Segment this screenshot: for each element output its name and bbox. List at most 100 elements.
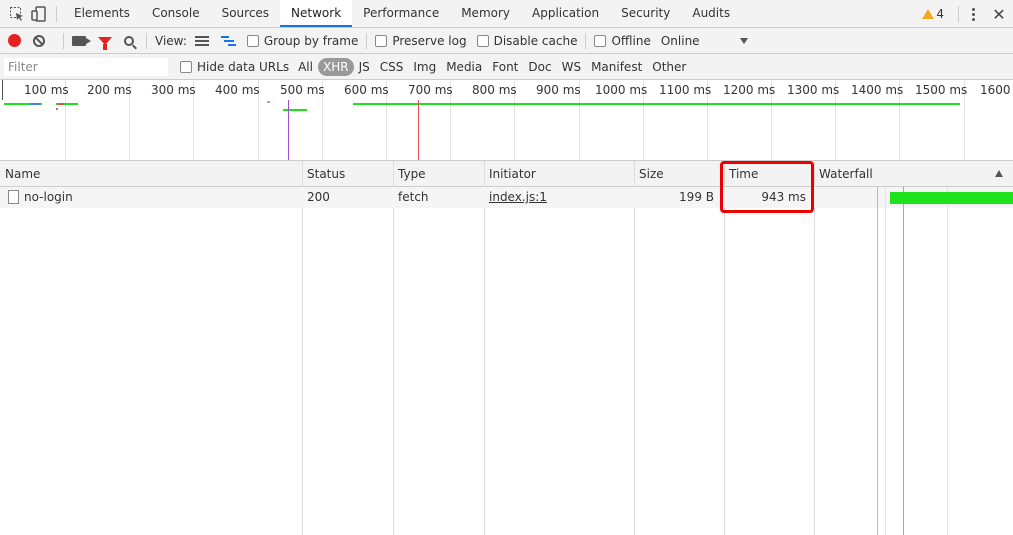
overview-tick: 300 ms (151, 83, 196, 97)
filter-type-xhr[interactable]: XHR (317, 57, 354, 76)
filter-type-manifest[interactable]: Manifest (586, 58, 647, 76)
search-icon[interactable] (124, 35, 134, 46)
filter-type-all[interactable]: All (293, 58, 318, 76)
filter-type-js[interactable]: JS (354, 58, 375, 76)
tab-security[interactable]: Security (610, 0, 681, 27)
load-event-line (903, 187, 904, 535)
tab-memory[interactable]: Memory (450, 0, 521, 27)
overview-tick: 1100 ms (659, 83, 712, 97)
filter-icon[interactable] (98, 36, 112, 50)
filter-bar: Hide data URLs All XHR JS CSS Img Media … (0, 54, 1013, 80)
column-header-type[interactable]: Type (393, 161, 426, 187)
initiator-link[interactable]: index.js:1 (489, 190, 547, 204)
waterfall-grid-line (947, 187, 948, 535)
inspect-element-icon[interactable] (6, 3, 28, 25)
waterfall-bar[interactable] (890, 192, 1013, 204)
request-name-cell: no-login (3, 187, 73, 208)
overview-tick: 800 ms (472, 83, 517, 97)
close-devtools-icon[interactable]: ✕ (989, 5, 1009, 24)
overview-tick: 100 ms (24, 83, 69, 97)
record-icon[interactable] (8, 34, 21, 47)
filter-type-doc[interactable]: Doc (523, 58, 556, 76)
overview-bar (267, 101, 270, 103)
overview-tick: 1000 ms (595, 83, 648, 97)
overview-tick: 900 ms (536, 83, 581, 97)
request-size: 199 B (679, 190, 714, 204)
column-header-status[interactable]: Status (302, 161, 345, 187)
warnings-indicator[interactable]: 4 (922, 7, 944, 21)
overview-tick: 400 ms (215, 83, 260, 97)
clear-icon[interactable] (33, 34, 45, 47)
overview-tick: 1200 ms (723, 83, 776, 97)
overview-tick: 1500 ms (915, 83, 968, 97)
tab-console[interactable]: Console (141, 0, 211, 27)
waterfall-grid-line (885, 187, 886, 535)
column-header-initiator[interactable]: Initiator (484, 161, 536, 187)
overview-bar (30, 103, 40, 105)
filter-input[interactable] (4, 57, 168, 76)
dom-content-loaded-line (877, 187, 878, 535)
filter-type-img[interactable]: Img (408, 58, 441, 76)
hide-data-urls-label: Hide data URLs (197, 59, 290, 74)
column-header-size[interactable]: Size (634, 161, 664, 187)
hide-data-urls-checkbox[interactable]: Hide data URLs (180, 60, 289, 74)
column-header-waterfall[interactable]: Waterfall (814, 161, 873, 187)
offline-label: Offline (611, 33, 651, 48)
request-type: fetch (398, 190, 429, 204)
disable-cache-label: Disable cache (493, 33, 578, 48)
sort-ascending-icon[interactable] (995, 170, 1003, 177)
network-toolbar: View: Group by frame Preserve log Disabl… (0, 28, 1013, 54)
capture-screenshots-icon[interactable] (72, 35, 91, 46)
file-icon (8, 189, 19, 204)
throttling-select[interactable]: Online (661, 34, 748, 48)
tab-application[interactable]: Application (521, 0, 610, 27)
overview-tick: 600 ms (344, 83, 389, 97)
overview-tick: 1400 ms (851, 83, 904, 97)
filter-type-ws[interactable]: WS (557, 58, 586, 76)
overview-tick: 500 ms (280, 83, 325, 97)
warning-count: 4 (936, 7, 944, 21)
network-overview[interactable]: 100 ms 200 ms 300 ms 400 ms 500 ms 600 m… (0, 80, 1013, 161)
overview-bar (56, 108, 58, 110)
tab-performance[interactable]: Performance (352, 0, 450, 27)
tab-audits[interactable]: Audits (681, 0, 741, 27)
view-label: View: (155, 33, 187, 48)
request-status: 200 (307, 190, 330, 204)
offline-checkbox[interactable]: Offline (594, 33, 651, 48)
column-header-name[interactable]: Name (0, 161, 40, 187)
preserve-log-label: Preserve log (392, 33, 467, 48)
overview-tick: 200 ms (87, 83, 132, 97)
time-column-highlight (720, 161, 814, 213)
preserve-log-checkbox[interactable]: Preserve log (375, 33, 467, 48)
tab-sources[interactable]: Sources (211, 0, 280, 27)
request-initiator-cell: index.js:1 (484, 187, 547, 208)
overview-tick: 1600 ms (980, 83, 1013, 97)
load-event-line (418, 100, 419, 160)
overview-bar (353, 103, 960, 105)
overview-tick: 1300 ms (787, 83, 840, 97)
filter-type-css[interactable]: CSS (375, 58, 409, 76)
group-by-frame-label: Group by frame (263, 33, 359, 48)
overview-tick: 700 ms (408, 83, 453, 97)
chevron-down-icon (739, 37, 748, 44)
request-name: no-login (24, 190, 73, 204)
tab-network[interactable]: Network (280, 0, 353, 27)
dom-content-loaded-line (288, 100, 289, 160)
throttling-value: Online (660, 33, 700, 48)
overview-bar (58, 103, 64, 105)
large-rows-icon[interactable] (194, 35, 211, 47)
table-row[interactable]: no-login 200 fetch index.js:1 199 B 943 … (0, 187, 1013, 208)
group-by-frame-checkbox[interactable]: Group by frame (246, 33, 359, 48)
disable-cache-checkbox[interactable]: Disable cache (476, 33, 578, 48)
filter-type-media[interactable]: Media (441, 58, 487, 76)
devtools-tabbar: Elements Console Sources Network Perform… (0, 0, 1013, 28)
filter-type-font[interactable]: Font (487, 58, 523, 76)
overview-icon[interactable] (220, 35, 237, 47)
warning-icon (922, 9, 935, 19)
filter-type-other[interactable]: Other (647, 58, 691, 76)
more-options-icon[interactable] (965, 7, 981, 21)
device-toolbar-icon[interactable] (28, 3, 50, 25)
requests-table-header: Name Status Type Initiator Size Time Wat… (0, 161, 1013, 187)
tab-elements[interactable]: Elements (63, 0, 141, 27)
overview-bar (283, 109, 307, 111)
